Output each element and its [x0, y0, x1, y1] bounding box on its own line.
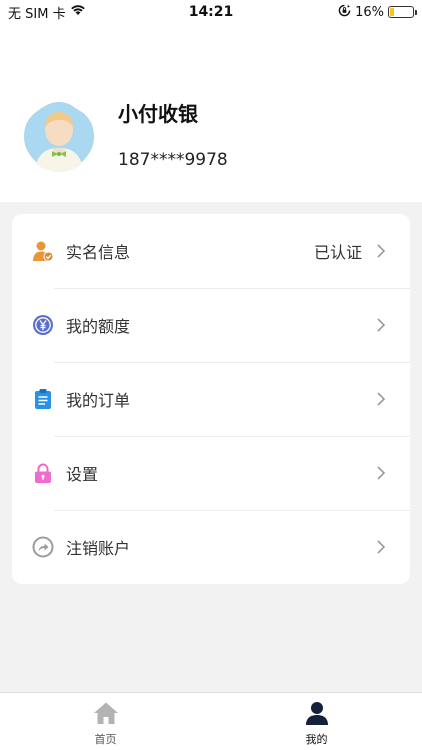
orientation-lock-icon [338, 4, 351, 21]
tab-home[interactable]: 首页 [0, 693, 211, 750]
chevron-right-icon [376, 465, 386, 481]
profile-name: 小付收银 [118, 102, 198, 126]
tab-label-home: 首页 [94, 733, 117, 746]
status-bar: 无 SIM 卡 14:21 16% [0, 0, 422, 24]
menu-label-delete-account: 注销账户 [66, 539, 131, 558]
chevron-right-icon [376, 391, 386, 407]
clipboard-icon [32, 388, 54, 410]
menu-item-my-orders[interactable]: 我的订单 [12, 362, 410, 436]
chevron-right-icon [376, 317, 386, 333]
chevron-right-icon [376, 243, 386, 259]
share-arrow-icon [32, 536, 54, 558]
verification-status: 已认证 [313, 243, 362, 262]
battery-icon [388, 6, 417, 18]
tab-mine[interactable]: 我的 [211, 693, 422, 750]
verified-user-icon [32, 240, 54, 262]
menu-item-delete-account[interactable]: 注销账户 [12, 510, 410, 584]
yuan-coin-icon [32, 314, 54, 336]
avatar[interactable] [22, 100, 96, 174]
menu-item-real-name-info[interactable]: 实名信息 已认证 [12, 214, 410, 288]
battery-level [390, 8, 394, 16]
menu-item-settings[interactable]: 设置 [12, 436, 410, 510]
carrier-text: 无 SIM 卡 [8, 6, 66, 22]
status-right: 16% [338, 4, 417, 21]
profile-phone: 187****9978 [118, 150, 228, 170]
chevron-right-icon [376, 539, 386, 555]
tab-bar: 首页 我的 [0, 692, 422, 750]
menu-label-my-credit: 我的额度 [66, 317, 131, 336]
user-icon [304, 701, 330, 729]
battery-percent: 16% [355, 4, 384, 20]
menu-label-settings: 设置 [66, 465, 99, 484]
wifi-icon [70, 4, 86, 20]
menu-label-real-name: 实名信息 [66, 243, 131, 262]
status-left: 无 SIM 卡 [8, 3, 86, 22]
lock-icon [32, 462, 54, 484]
menu-item-my-credit[interactable]: 我的额度 [12, 288, 410, 362]
tab-label-mine: 我的 [305, 733, 328, 746]
home-icon [93, 701, 119, 729]
profile-header: 小付收银 187****9978 [0, 24, 422, 202]
menu-label-my-orders: 我的订单 [66, 391, 131, 410]
menu-card: 实名信息 已认证 我的额度 我的订单 设置 注销账户 [12, 214, 410, 584]
